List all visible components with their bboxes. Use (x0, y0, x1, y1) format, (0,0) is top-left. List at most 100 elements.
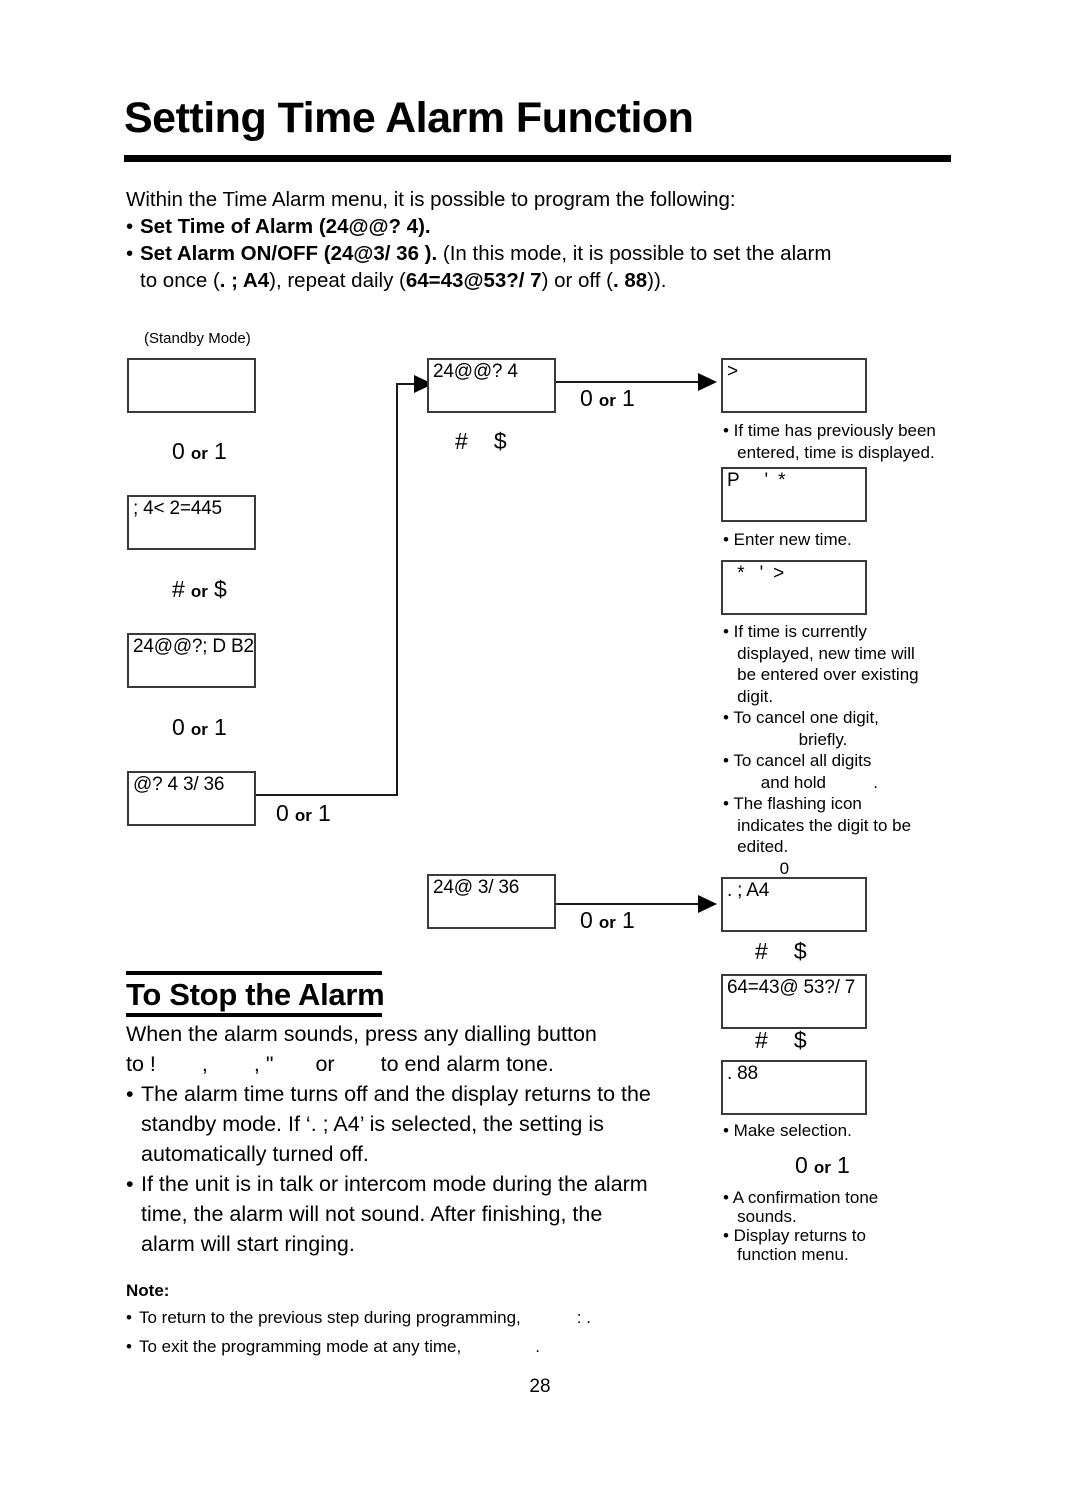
right-note-5-line-4: function menu. (723, 1245, 849, 1264)
lcd-box-time-display: > (721, 358, 867, 413)
keyhint-off-confirm: 0 or 1 (795, 1152, 850, 1179)
keyhint-alarmtime-enter: 0 or 1 (580, 385, 635, 412)
keyhint-or-label: or (190, 720, 208, 739)
lcd-box-settime-text: @? 4 3/ 36 (133, 774, 225, 795)
bullet-dot-icon: • (126, 242, 134, 265)
keyhint-left-key: # (455, 428, 468, 454)
right-note-1: • If time has previously been entered, t… (723, 420, 973, 463)
intro-paragraph: Within the Time Alarm menu, it is possib… (126, 186, 956, 294)
bullet-dot-icon: • (126, 1172, 134, 1196)
right-note-3-line-1: • If time is currently (723, 622, 867, 641)
intro-bullet-1: • Set Time of Alarm (24@@? 4). (126, 213, 956, 240)
right-note-5-line-3: • Display returns to (723, 1226, 866, 1245)
right-note-3-line-7: • To cancel all digits (723, 751, 872, 770)
intro-l2-mid2: ) or off ( (541, 269, 613, 292)
intro-l2-mid: ), repeat daily ( (269, 269, 406, 292)
intro-l2-off-code: . 88 (612, 269, 648, 292)
stop-alarm-bullet-2: • If the unit is in talk or intercom mod… (126, 1169, 726, 1199)
note-item-2: • To exit the programming mode at any ti… (126, 1332, 746, 1361)
keyhint-once-scroll: # $ (755, 938, 807, 965)
lcd-box-timealarm: 24@@?; D B2 (127, 633, 256, 688)
page-title: Setting Time Alarm Function (124, 94, 694, 142)
connector-line-v1 (396, 383, 398, 795)
keyhint-right-key: 1 (837, 1152, 850, 1178)
note-item-2-tail: . (535, 1337, 540, 1356)
keyhint-or-label: or (813, 1158, 831, 1177)
keyhint-standby-to-menu: 0 or 1 (172, 438, 227, 465)
bullet-dot-icon: • (126, 1337, 132, 1356)
bullet-dot-icon: • (126, 1082, 134, 1106)
keyhint-or-label: or (598, 913, 616, 932)
keyhint-settime-confirm: 0 or 1 (276, 800, 331, 827)
note-item-1-text: To return to the previous step during pr… (139, 1308, 521, 1327)
note-list: • To return to the previous step during … (126, 1303, 746, 1361)
right-note-5-line-1: • A confirmation tone (723, 1188, 879, 1207)
intro-lead: Within the Time Alarm menu, it is possib… (126, 188, 736, 211)
right-note-3-line-8: and hold . (723, 772, 878, 792)
keyhint-right-key: $ (214, 576, 227, 602)
lcd-box-alarmonoff-text: 24@ 3/ 36 (433, 877, 520, 898)
right-note-3-line-5: • To cancel one digit, (723, 708, 879, 727)
stop-alarm-key-b: , (201, 1052, 208, 1076)
lcd-box-once: . ; A4 (721, 877, 867, 932)
arrow-into-right-box4-icon (698, 895, 717, 913)
section-rule-bottom (126, 1013, 382, 1017)
right-note-4-line-1: • Make selection. (723, 1121, 852, 1140)
keyhint-alarmtime-scroll: # $ (455, 428, 507, 455)
keyhint-left-key: 0 (795, 1152, 808, 1178)
page-number: 28 (529, 1376, 551, 1397)
right-note-1-line-2: entered, time is displayed. (723, 442, 935, 462)
lcd-box-timealarm-text: 24@@?; D B2 (133, 636, 254, 657)
intro-bullet-2-label: Set Alarm ON/OFF (24@3/ 36 ). (140, 242, 438, 265)
note-item-1-tail: : . (576, 1308, 591, 1327)
stop-alarm-bullet-2-line-1: If the unit is in talk or intercom mode … (141, 1172, 648, 1196)
stop-alarm-bullet-1-line-1: The alarm time turns off and the display… (141, 1082, 651, 1106)
section-title-stop-alarm: To Stop the Alarm (126, 977, 385, 1012)
keyhint-left-key: 0 (276, 800, 289, 826)
arrow-into-right-box1-icon (698, 373, 717, 391)
keyhint-right-key: 1 (622, 907, 635, 933)
right-note-3-line-10: indicates the digit to be (723, 815, 912, 835)
lcd-box-off-text: . 88 (727, 1063, 758, 1084)
connector-line-h1 (256, 794, 398, 796)
intro-bullet-2-rest: (In this mode, it is possible to set the… (437, 242, 832, 265)
intro-l2-end: )). (647, 269, 667, 292)
keyhint-left-key: 0 (172, 438, 185, 464)
intro-bullet-2-line2: to once (. ; A4), repeat daily (64=43@53… (126, 267, 956, 294)
lcd-box-alarmtime: 24@@? 4 (427, 358, 556, 413)
note-item-1: • To return to the previous step during … (126, 1303, 746, 1332)
keyhint-left-key: # (172, 576, 185, 602)
keyhint-alarmonoff-enter: 0 or 1 (580, 907, 635, 934)
bullet-dot-icon: • (126, 1308, 132, 1327)
lcd-box-new-time-text: * ' > (727, 563, 785, 584)
keyhint-or-label: or (190, 582, 208, 601)
right-note-5: • A confirmation tone sounds. • Display … (723, 1188, 973, 1264)
lcd-box-everyday: 64=43@ 53?/ 7 (721, 974, 867, 1029)
keyhint-or-label: or (294, 806, 312, 825)
lcd-box-once-text: . ; A4 (727, 880, 770, 901)
keyhint-left-key: # (755, 1027, 768, 1053)
keyhint-menu-scroll: # or $ (172, 576, 227, 603)
keyhint-left-key: # (755, 938, 768, 964)
keyhint-right-key: $ (493, 428, 507, 454)
title-underline-rule (124, 155, 951, 162)
lcd-box-standby (127, 358, 256, 413)
stop-alarm-body: When the alarm sounds, press any diallin… (126, 1019, 726, 1259)
right-note-1-line-1: • If time has previously been (723, 421, 936, 440)
lcd-box-menu-text: ; 4< 2=445 (133, 498, 222, 519)
lcd-box-everyday-text: 64=43@ 53?/ 7 (727, 977, 856, 998)
stop-alarm-para-line2: to !, , " or to end alarm tone. (126, 1049, 726, 1079)
section-rule-top (126, 971, 382, 975)
lcd-box-settime: @? 4 3/ 36 (127, 771, 256, 826)
keyhint-or-label: or (598, 391, 616, 410)
stop-alarm-key-e: to end alarm tone. (380, 1052, 554, 1076)
lcd-box-new-time: * ' > (721, 560, 867, 615)
lcd-box-time-display-text: > (727, 361, 738, 382)
stop-alarm-key-c: , " (253, 1052, 274, 1076)
keyhint-right-key: $ (793, 1027, 807, 1053)
stop-alarm-or-label: or (315, 1052, 335, 1076)
intro-l2-once-code: . ; A4 (219, 269, 270, 292)
right-note-2: • Enter new time. (723, 529, 973, 551)
note-heading: Note: (126, 1281, 170, 1300)
keyhint-right-key: 1 (214, 438, 227, 464)
